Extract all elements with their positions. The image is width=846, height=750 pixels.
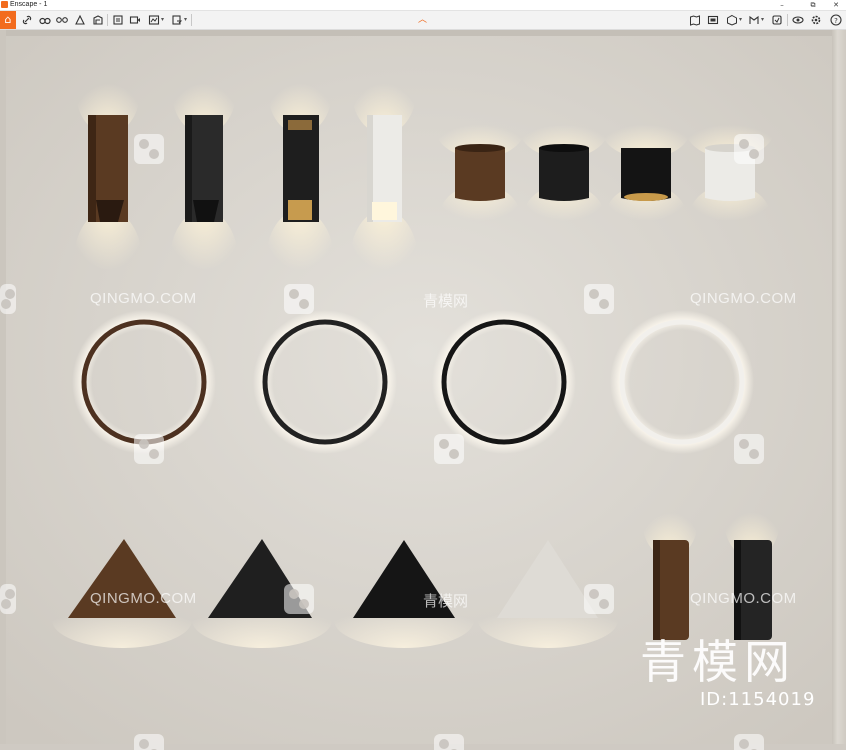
- sconce-shade-face: [88, 115, 96, 222]
- screenshot-icon[interactable]: [147, 13, 161, 27]
- window-title-bar: Enscape - 1 – ⧉ ✕: [0, 0, 846, 11]
- camera-icon[interactable]: [73, 13, 87, 27]
- visual-settings-icon[interactable]: [791, 13, 805, 27]
- sconce-top-rim: [539, 144, 589, 152]
- ceiling-frame: [0, 30, 846, 36]
- watermark-logo-icon: [734, 734, 764, 750]
- map-icon[interactable]: [688, 13, 702, 27]
- watermark-logo-icon: [734, 434, 764, 464]
- watermark-text: QINGMO.COM: [690, 290, 797, 307]
- minimize-button[interactable]: –: [774, 0, 790, 10]
- toolbar-separator: [107, 14, 108, 26]
- sconce-shade-face: [185, 115, 192, 222]
- timeline-icon[interactable]: [55, 13, 69, 27]
- watermark-text: 青模网: [423, 292, 469, 310]
- bronze-cylinder-sconce: [455, 148, 505, 201]
- watermark-logo-icon: [584, 584, 614, 614]
- watermark-logo-icon: [134, 734, 164, 750]
- watermark-logo-icon: [584, 284, 614, 314]
- enscape-logo-button[interactable]: ⌂: [0, 11, 16, 29]
- ring-halo: [432, 310, 576, 454]
- watermark-logo-icon: [284, 584, 314, 614]
- material-icon[interactable]: [747, 13, 761, 27]
- watermark-brand-large: 青模网: [640, 635, 796, 689]
- sconce-top-rim: [455, 144, 505, 152]
- ring-halo: [253, 310, 397, 454]
- watermark-text: QINGMO.COM: [690, 590, 797, 607]
- binoculars-icon[interactable]: [38, 13, 52, 27]
- black-cylinder-sconce: [539, 148, 589, 201]
- collaborate-icon[interactable]: [91, 13, 105, 27]
- watermark-id-label: ID:1154019: [700, 689, 816, 710]
- watermark-text: 青模网: [423, 592, 469, 610]
- chevron-down-icon[interactable]: ▾: [739, 14, 742, 26]
- wall-frame-bottom: [0, 744, 846, 750]
- render-viewport[interactable]: QINGMO.COM 青模网 QINGMO.COM QINGMO.COM 青模网…: [0, 30, 846, 750]
- capture-icon[interactable]: [706, 13, 720, 27]
- fly-icon[interactable]: [111, 13, 125, 27]
- toolbar-separator: [787, 14, 788, 26]
- watermark-logo-icon: [734, 134, 764, 164]
- watermark-logo-icon: [134, 134, 164, 164]
- watermark-logo-icon: [434, 434, 464, 464]
- ring-halo: [72, 310, 216, 454]
- window-title: Enscape - 1: [10, 1, 48, 8]
- chevron-down-icon[interactable]: ▾: [761, 14, 764, 26]
- svg-text:?: ?: [834, 17, 838, 25]
- sconce-inner-gold: [288, 120, 312, 130]
- settings-view-icon[interactable]: [770, 13, 784, 27]
- asset-library-icon[interactable]: [725, 13, 739, 27]
- watermark-logo-icon: [0, 584, 16, 614]
- watermark-logo-icon: [0, 284, 16, 314]
- watermark-logo-icon: [434, 734, 464, 750]
- sconce-inner-glow: [372, 202, 397, 220]
- wall-frame-right: [832, 30, 846, 750]
- chevron-down-icon[interactable]: ▾: [184, 14, 187, 26]
- chevron-down-icon[interactable]: ▾: [161, 14, 164, 26]
- light-glow: [350, 210, 418, 310]
- restore-button[interactable]: ⧉: [805, 0, 821, 10]
- enscape-toolbar: ⌂ ▾ ▾ ︿ ▾ ▾ ?: [0, 11, 846, 30]
- preferences-icon[interactable]: [809, 13, 823, 27]
- video-icon[interactable]: [128, 13, 142, 27]
- help-icon[interactable]: ?: [829, 13, 843, 27]
- watermark-logo-icon: [134, 434, 164, 464]
- link-icon[interactable]: [20, 13, 34, 27]
- sconce-inner-gold: [624, 193, 668, 201]
- toolbar-separator: [191, 14, 192, 26]
- watermark-text: QINGMO.COM: [90, 290, 197, 307]
- watermark-logo-icon: [284, 284, 314, 314]
- enscape-app-icon: [1, 1, 8, 8]
- collapse-toolbar-chevron-icon[interactable]: ︿: [418, 13, 427, 27]
- left-frame-edge: [0, 30, 6, 750]
- ring-halo: [610, 310, 754, 454]
- sconce-shade-face: [653, 540, 660, 640]
- close-button[interactable]: ✕: [828, 0, 844, 10]
- batch-render-icon[interactable]: [170, 13, 184, 27]
- watermark-text: QINGMO.COM: [90, 590, 197, 607]
- sconce-inner-gold: [288, 200, 312, 220]
